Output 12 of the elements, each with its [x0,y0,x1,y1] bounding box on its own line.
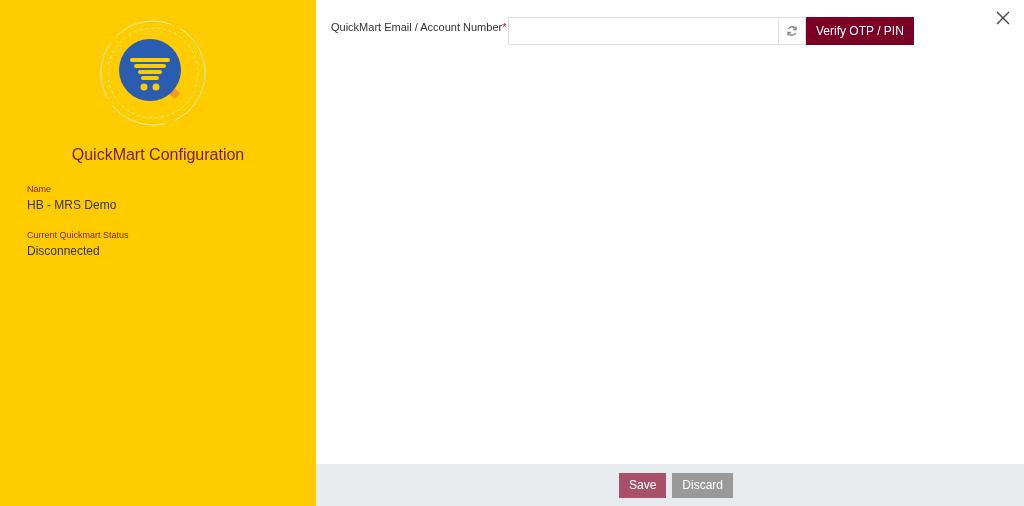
panel-title: QuickMart Configuration [70,146,246,164]
close-icon[interactable] [996,11,1010,25]
refresh-icon[interactable] [778,17,806,45]
field-value: HB - MRS Demo [27,198,118,212]
email-account-field[interactable] [508,17,778,45]
verify-button[interactable]: Verify OTP / PIN [806,17,914,45]
discard-button[interactable]: Discard [672,472,733,498]
field-label: QuickMart Email / Account Number* [331,21,508,33]
save-button[interactable]: Save [618,472,667,498]
field-label: Current Quickmart Status [27,230,130,240]
field-value: Disconnected [27,244,101,258]
field-label: Name [27,184,52,194]
